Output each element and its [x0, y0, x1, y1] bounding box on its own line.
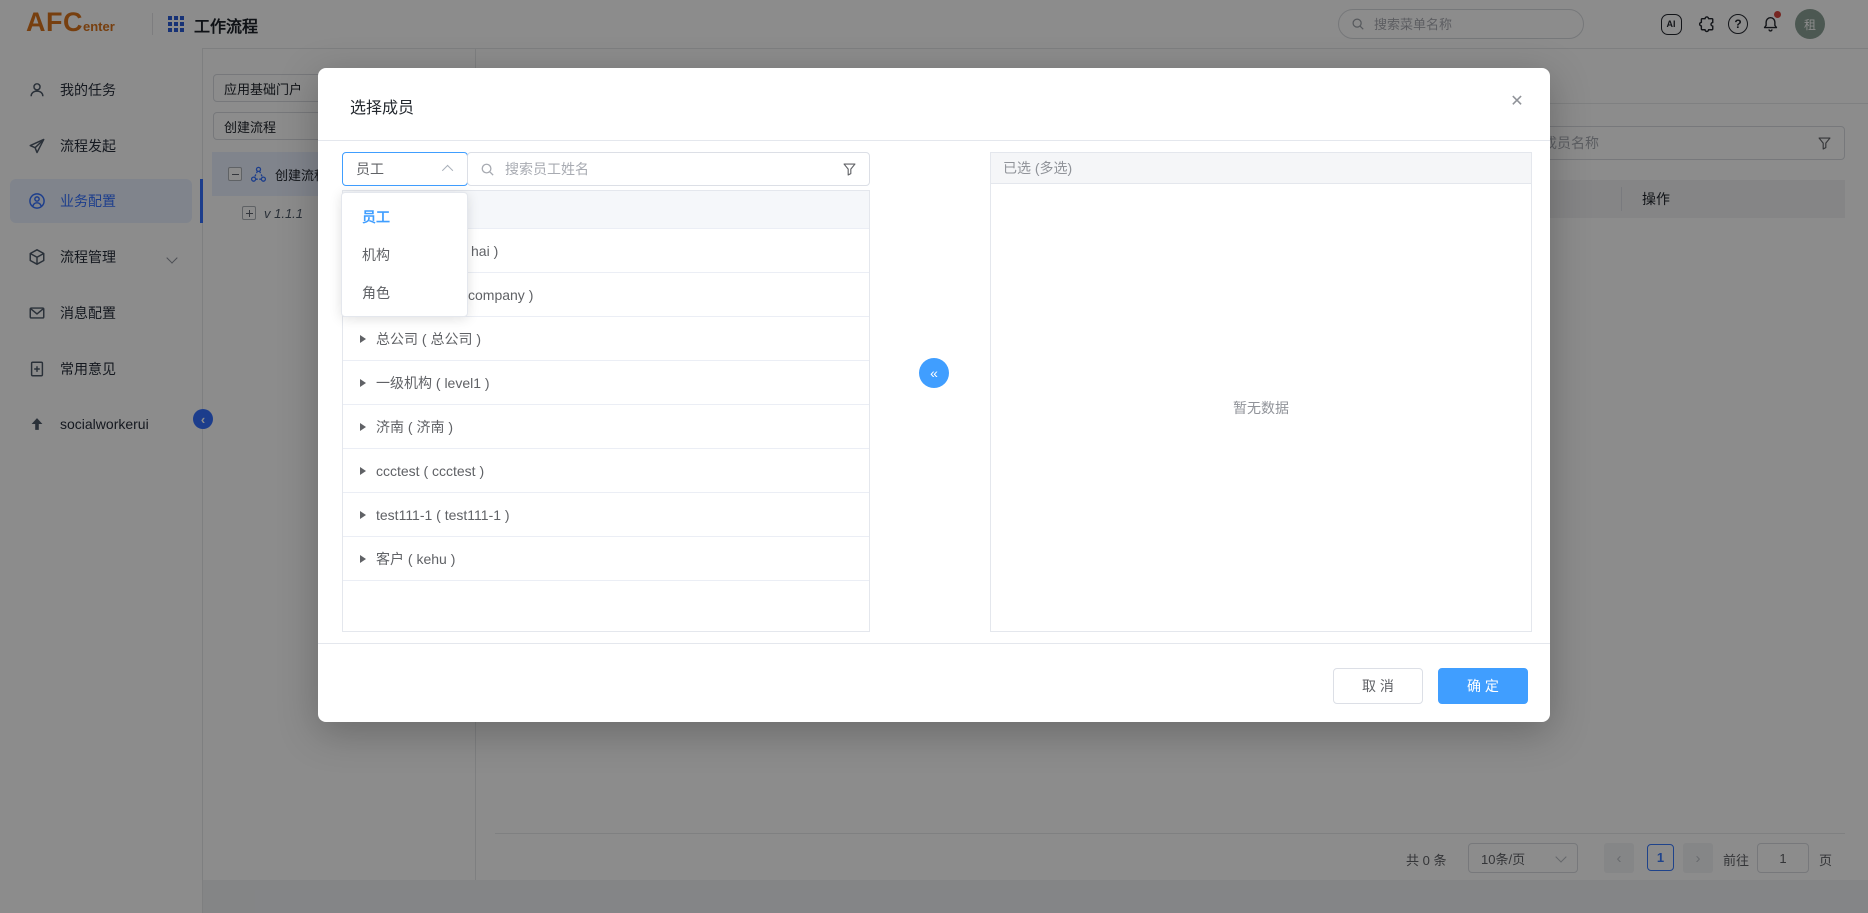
- caret-right-icon[interactable]: [360, 467, 366, 475]
- caret-right-icon[interactable]: [360, 335, 366, 343]
- transfer-left-button[interactable]: «: [919, 358, 949, 388]
- tree-row[interactable]: 一级机构 ( level1 ): [343, 361, 869, 405]
- screen: AFCenter 工作流程 AI ?: [0, 0, 1868, 913]
- selected-panel-header: 已选 (多选): [991, 153, 1531, 184]
- filter-icon[interactable]: [842, 162, 857, 177]
- select-members-dialog: 选择成员 ✕ 员工 hai ) company ) 总公司 ( 总公司 ) 一级…: [318, 68, 1550, 722]
- search-icon: [480, 162, 495, 177]
- tree-row[interactable]: 总公司 ( 总公司 ): [343, 317, 869, 361]
- tree-row[interactable]: 济南 ( 济南 ): [343, 405, 869, 449]
- member-type-value: 员工: [356, 159, 445, 179]
- caret-right-icon[interactable]: [360, 555, 366, 563]
- member-type-select[interactable]: 员工: [342, 152, 468, 186]
- tree-row[interactable]: 客户 ( kehu ): [343, 537, 869, 581]
- close-icon[interactable]: ✕: [1504, 88, 1530, 114]
- tree-row[interactable]: ccctest ( ccctest ): [343, 449, 869, 493]
- selected-members-panel: 已选 (多选) 暂无数据: [990, 152, 1532, 632]
- dropdown-option-employee[interactable]: 员工: [342, 198, 467, 236]
- dropdown-option-role[interactable]: 角色: [342, 274, 467, 312]
- caret-right-icon[interactable]: [360, 423, 366, 431]
- member-type-dropdown: 员工 机构 角色: [341, 192, 468, 317]
- dialog-title: 选择成员: [350, 94, 414, 118]
- tree-row[interactable]: test111-1 ( test111-1 ): [343, 493, 869, 537]
- employee-search-box[interactable]: [467, 152, 870, 186]
- empty-state-text: 暂无数据: [1233, 398, 1289, 418]
- dialog-footer-divider: [318, 643, 1550, 644]
- cancel-button[interactable]: 取 消: [1333, 668, 1423, 704]
- employee-search-input[interactable]: [503, 160, 842, 178]
- confirm-button[interactable]: 确 定: [1438, 668, 1528, 704]
- dropdown-option-organization[interactable]: 机构: [342, 236, 467, 274]
- caret-right-icon[interactable]: [360, 511, 366, 519]
- caret-right-icon[interactable]: [360, 379, 366, 387]
- dialog-header-divider: [318, 140, 1550, 141]
